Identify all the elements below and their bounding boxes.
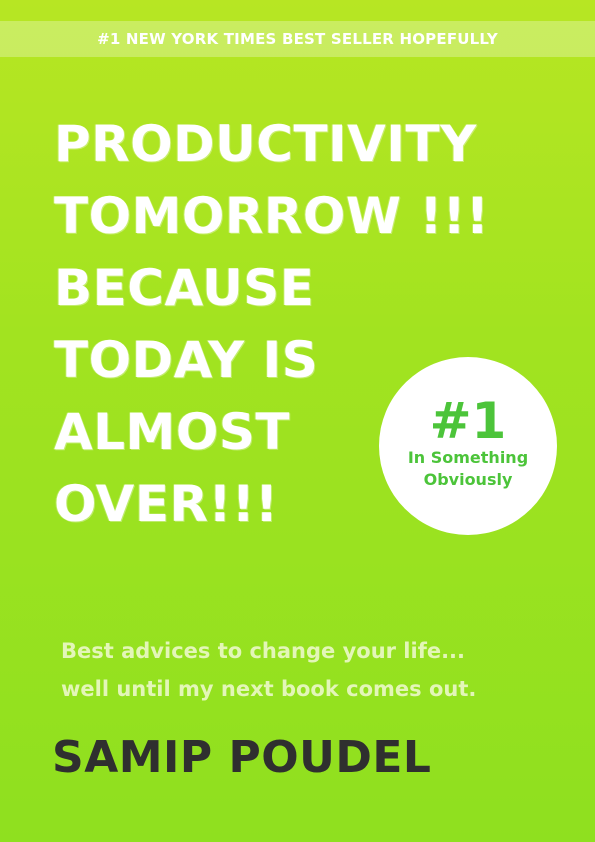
rank-badge: #1 In Something Obviously [379, 357, 557, 535]
title-line: BECAUSE [54, 259, 315, 317]
title-line: TOMORROW !!! [54, 187, 490, 245]
badge-rank: #1 [429, 392, 507, 450]
badge-line-2: Obviously [423, 470, 513, 489]
banner-text: #1 NEW YORK TIMES BEST SELLER HOPEFULLY [97, 30, 498, 48]
top-banner: #1 NEW YORK TIMES BEST SELLER HOPEFULLY [0, 21, 595, 57]
title-line: PRODUCTIVITY [54, 115, 477, 173]
subtitle-line-2: well until my next book comes out. [61, 677, 477, 701]
badge-line-1: In Something [407, 448, 529, 467]
subtitle-line-1: Best advices to change your life... [61, 639, 466, 663]
author-name: SAMIP POUDEL [52, 732, 432, 783]
book-cover: #1 NEW YORK TIMES BEST SELLER HOPEFULLY … [0, 0, 595, 842]
subtitle: Best advices to change your life... well… [61, 632, 561, 708]
